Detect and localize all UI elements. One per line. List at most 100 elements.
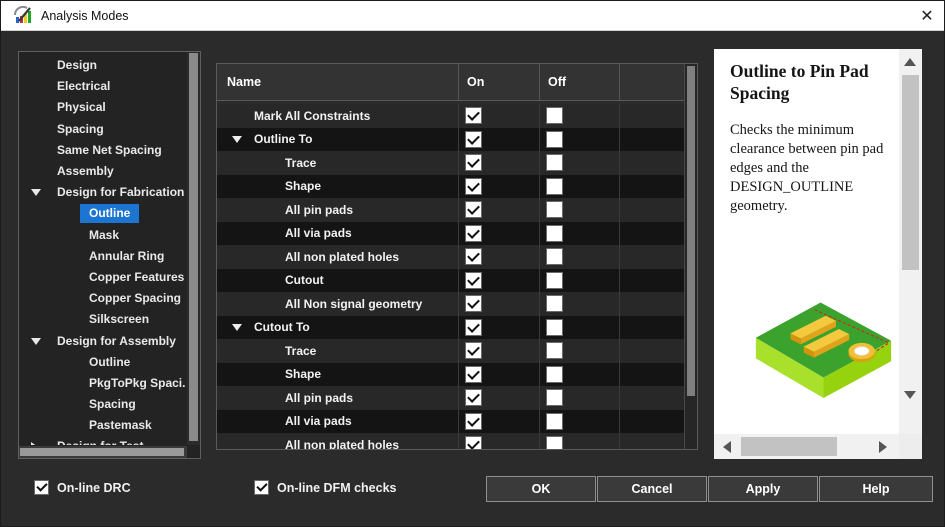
on-checkbox[interactable] bbox=[465, 248, 482, 265]
close-icon[interactable]: ✕ bbox=[910, 1, 944, 31]
off-checkbox[interactable] bbox=[546, 342, 563, 359]
triangle-right-icon[interactable] bbox=[31, 442, 38, 445]
online-drc-checkbox[interactable] bbox=[34, 480, 49, 495]
cancel-button[interactable]: Cancel bbox=[597, 476, 707, 502]
help-horizontal-scrollbar[interactable] bbox=[714, 434, 899, 459]
off-checkbox[interactable] bbox=[546, 201, 563, 218]
sidebar-item-annular-ring[interactable]: Annular Ring bbox=[19, 246, 186, 267]
on-checkbox[interactable] bbox=[465, 272, 482, 289]
off-checkbox[interactable] bbox=[546, 389, 563, 406]
scrollbar-thumb[interactable] bbox=[902, 75, 919, 270]
off-checkbox[interactable] bbox=[546, 107, 563, 124]
column-header-on[interactable]: On bbox=[459, 64, 540, 100]
triangle-down-icon[interactable] bbox=[31, 189, 41, 196]
column-header-off[interactable]: Off bbox=[540, 64, 620, 100]
tree-vertical-scrollbar[interactable] bbox=[187, 52, 200, 445]
help-vertical-scrollbar[interactable] bbox=[899, 49, 922, 434]
table-row[interactable]: Cutout To bbox=[217, 316, 684, 340]
table-row[interactable]: Shape bbox=[217, 363, 684, 387]
off-checkbox[interactable] bbox=[546, 225, 563, 242]
table-vertical-scrollbar[interactable] bbox=[684, 64, 697, 449]
sidebar-item-silkscreen[interactable]: Silkscreen bbox=[19, 309, 186, 330]
tree-horizontal-scrollbar[interactable] bbox=[19, 446, 187, 458]
sidebar-item-outline[interactable]: Outline bbox=[19, 203, 186, 224]
table-row[interactable]: All non plated holes bbox=[217, 245, 684, 269]
on-checkbox[interactable] bbox=[465, 295, 482, 312]
on-checkbox[interactable] bbox=[465, 319, 482, 336]
sidebar-item-copper-features[interactable]: Copper Features bbox=[19, 267, 186, 288]
row-label: All non plated holes bbox=[285, 438, 399, 449]
sidebar-item-pastemask[interactable]: Pastemask bbox=[19, 415, 186, 436]
on-checkbox[interactable] bbox=[465, 154, 482, 171]
sidebar-item-label: PkgToPkg Spaci... bbox=[80, 374, 186, 393]
table-row[interactable]: Outline To bbox=[217, 128, 684, 152]
table-row[interactable]: Shape bbox=[217, 175, 684, 199]
table-row[interactable]: Mark All Constraints bbox=[217, 104, 684, 128]
scrollbar-thumb[interactable] bbox=[741, 437, 837, 456]
column-header-name[interactable]: Name bbox=[217, 64, 459, 100]
scroll-down-icon[interactable] bbox=[904, 391, 916, 399]
table-row[interactable]: All via pads bbox=[217, 222, 684, 246]
table-row[interactable]: All Non signal geometry bbox=[217, 292, 684, 316]
sidebar-item-mask[interactable]: Mask bbox=[19, 225, 186, 246]
help-content: Outline to Pin Pad Spacing Checks the mi… bbox=[714, 49, 899, 434]
on-checkbox[interactable] bbox=[465, 389, 482, 406]
apply-button[interactable]: Apply bbox=[708, 476, 818, 502]
triangle-down-icon[interactable] bbox=[31, 338, 41, 345]
off-checkbox[interactable] bbox=[546, 436, 563, 449]
sidebar-item-spacing[interactable]: Spacing bbox=[19, 119, 186, 140]
on-checkbox[interactable] bbox=[465, 225, 482, 242]
sidebar-item-outline[interactable]: Outline bbox=[19, 352, 186, 373]
table-row[interactable]: All via pads bbox=[217, 410, 684, 434]
sidebar-item-same-net-spacing[interactable]: Same Net Spacing bbox=[19, 140, 186, 161]
sidebar-item-design-for-fabrication[interactable]: Design for Fabrication bbox=[19, 182, 186, 203]
off-checkbox[interactable] bbox=[546, 131, 563, 148]
table-row[interactable]: All pin pads bbox=[217, 386, 684, 410]
on-checkbox[interactable] bbox=[465, 201, 482, 218]
off-checkbox[interactable] bbox=[546, 295, 563, 312]
table-row[interactable]: Cutout bbox=[217, 269, 684, 293]
off-checkbox[interactable] bbox=[546, 272, 563, 289]
off-checkbox[interactable] bbox=[546, 178, 563, 195]
off-checkbox[interactable] bbox=[546, 248, 563, 265]
sidebar-item-spacing[interactable]: Spacing bbox=[19, 394, 186, 415]
off-cell bbox=[540, 128, 620, 152]
triangle-down-icon[interactable] bbox=[232, 136, 242, 143]
sidebar-item-design-for-test[interactable]: Design for Test bbox=[19, 436, 186, 445]
on-checkbox[interactable] bbox=[465, 342, 482, 359]
triangle-down-icon[interactable] bbox=[232, 324, 242, 331]
scroll-left-icon[interactable] bbox=[723, 441, 731, 453]
off-checkbox[interactable] bbox=[546, 413, 563, 430]
on-checkbox[interactable] bbox=[465, 131, 482, 148]
scroll-up-icon[interactable] bbox=[904, 58, 916, 66]
empty-cell bbox=[620, 339, 684, 363]
sidebar-item-pkgtopkg-spaci[interactable]: PkgToPkg Spaci... bbox=[19, 373, 186, 394]
off-checkbox[interactable] bbox=[546, 319, 563, 336]
scrollbar-thumb[interactable] bbox=[687, 66, 695, 396]
off-checkbox[interactable] bbox=[546, 366, 563, 383]
scroll-right-icon[interactable] bbox=[879, 441, 887, 453]
empty-cell bbox=[620, 363, 684, 387]
sidebar-item-electrical[interactable]: Electrical bbox=[19, 76, 186, 97]
scrollbar-thumb[interactable] bbox=[189, 53, 198, 441]
sidebar-item-design[interactable]: Design bbox=[19, 55, 186, 76]
off-checkbox[interactable] bbox=[546, 154, 563, 171]
online-dfm-checkbox[interactable] bbox=[254, 480, 269, 495]
help-button[interactable]: Help bbox=[819, 476, 933, 502]
sidebar-item-assembly[interactable]: Assembly bbox=[19, 161, 186, 182]
table-row[interactable]: All pin pads bbox=[217, 198, 684, 222]
on-checkbox[interactable] bbox=[465, 413, 482, 430]
sidebar-item-copper-spacing[interactable]: Copper Spacing bbox=[19, 288, 186, 309]
table-row[interactable]: All non plated holes bbox=[217, 433, 684, 449]
sidebar-item-label: Spacing bbox=[80, 395, 145, 414]
sidebar-item-physical[interactable]: Physical bbox=[19, 97, 186, 118]
table-row[interactable]: Trace bbox=[217, 339, 684, 363]
ok-button[interactable]: OK bbox=[486, 476, 596, 502]
sidebar-item-design-for-assembly[interactable]: Design for Assembly bbox=[19, 330, 186, 351]
table-row[interactable]: Trace bbox=[217, 151, 684, 175]
on-checkbox[interactable] bbox=[465, 436, 482, 449]
on-checkbox[interactable] bbox=[465, 366, 482, 383]
on-checkbox[interactable] bbox=[465, 107, 482, 124]
scrollbar-thumb[interactable] bbox=[20, 448, 184, 456]
on-checkbox[interactable] bbox=[465, 178, 482, 195]
